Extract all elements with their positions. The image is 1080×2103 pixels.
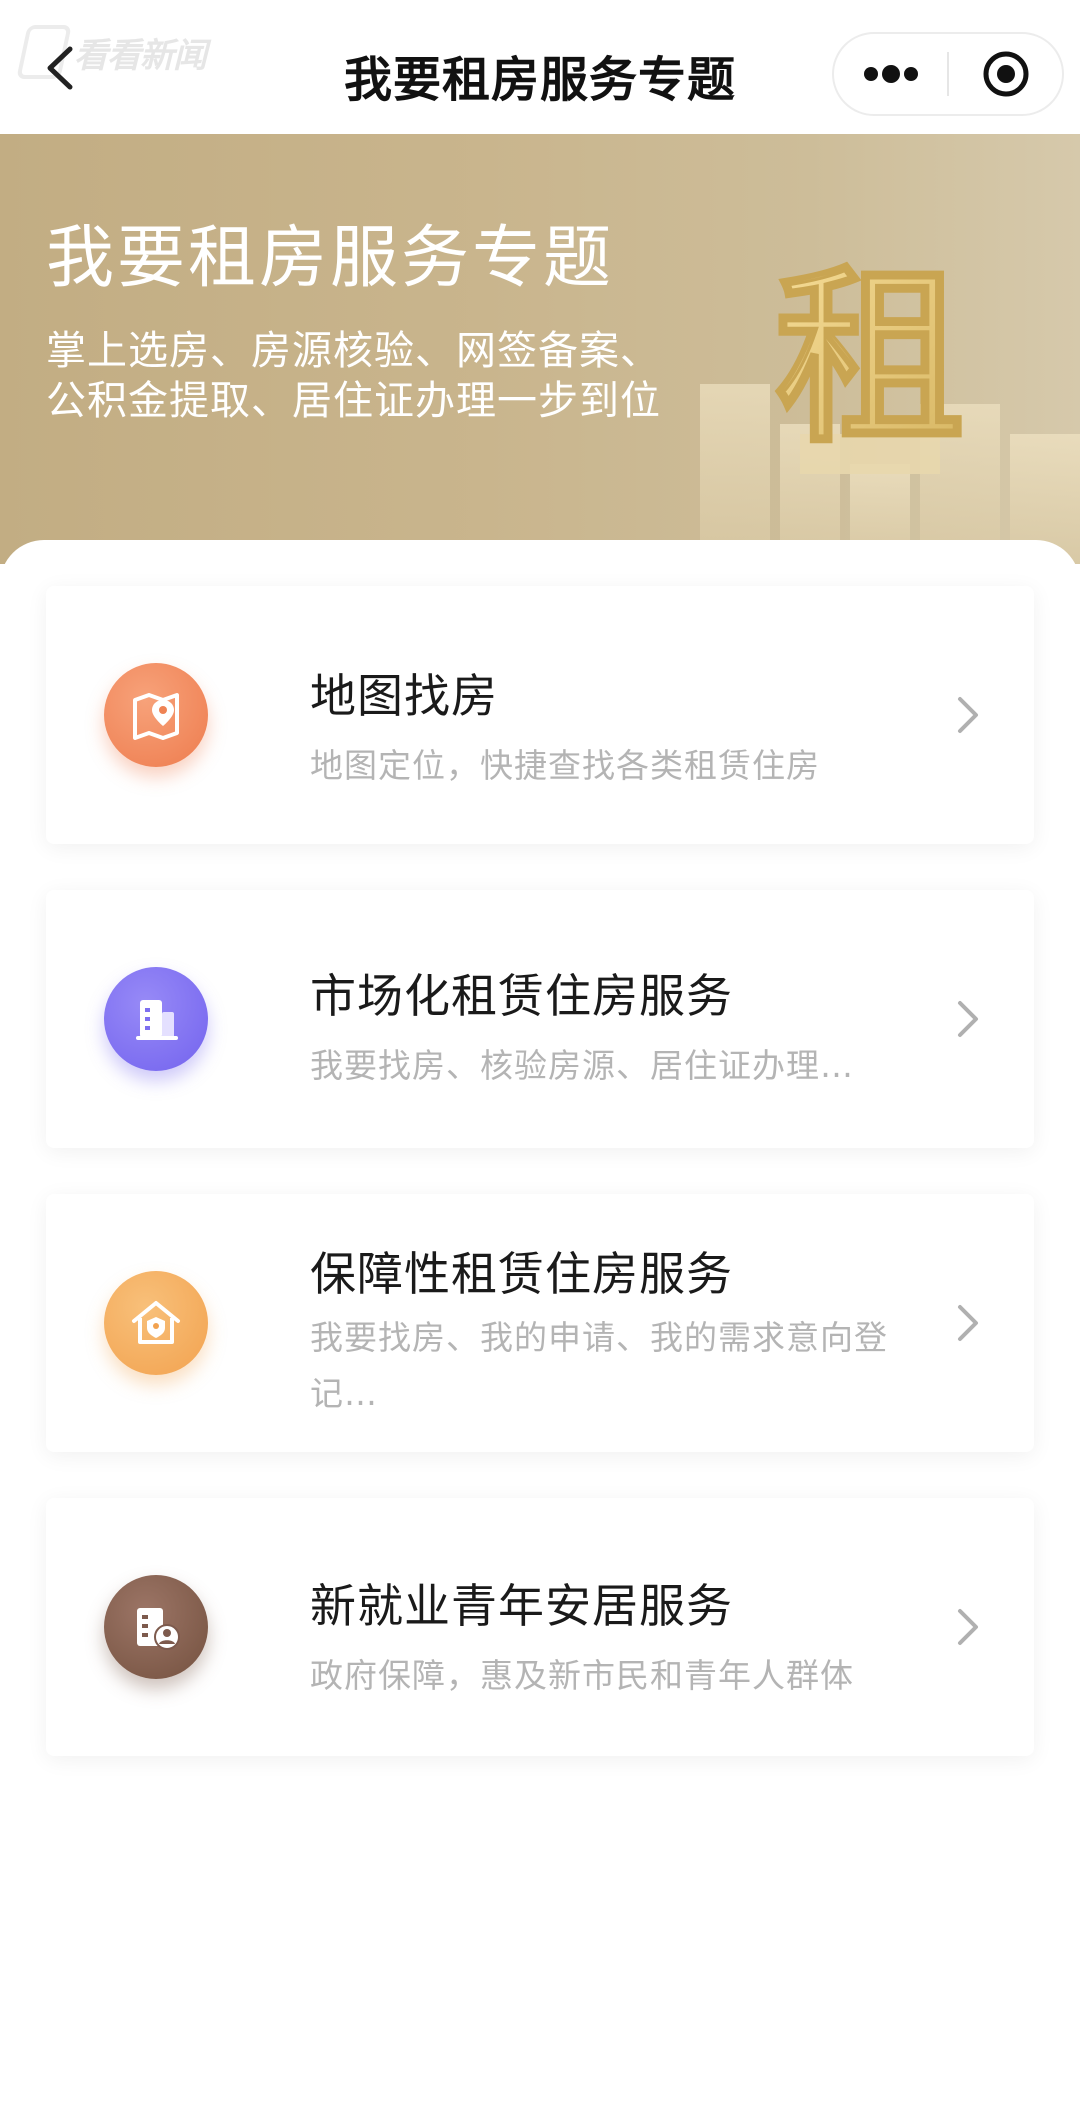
- top-navigation-bar: 看看新闻 我要租房服务专题: [0, 0, 1080, 134]
- card-title: 地图找房: [310, 669, 498, 723]
- chevron-right-icon: [948, 695, 988, 735]
- chevron-right-icon: [948, 999, 988, 1039]
- building-person-icon: [137, 1608, 180, 1650]
- map-pin-icon: [133, 693, 179, 740]
- more-button[interactable]: [834, 34, 947, 114]
- card-text: 新就业青年安居服务 政府保障，惠及新市民和青年人群体: [310, 1570, 904, 1704]
- card-text: 保障性租赁住房服务 我要找房、我的申请、我的需求意向登记…: [310, 1238, 904, 1422]
- service-card-map-search[interactable]: 地图找房 地图定位，快捷查找各类租赁住房: [46, 586, 1034, 844]
- card-description: 地图定位，快捷查找各类租赁住房: [310, 746, 820, 785]
- rent-character-illustration: 租: [700, 245, 1080, 564]
- card-description: 我要找房、我的申请、我的需求意向登记…: [310, 1318, 888, 1413]
- card-title: 市场化租赁住房服务: [310, 969, 733, 1023]
- banner-subtitle: 掌上选房、房源核验、网签备案、 公积金提取、居住证办理一步到位: [46, 326, 661, 426]
- card-title: 保障性租赁住房服务: [310, 1247, 733, 1301]
- card-title: 新就业青年安居服务: [310, 1579, 733, 1633]
- shield-house-icon: [132, 1301, 180, 1344]
- hero-banner: 租 我要租房服务专题 掌上选房、房源核验、网签备案、 公积金提取、居住证办理一步…: [0, 134, 1080, 564]
- close-button[interactable]: [949, 34, 1062, 114]
- card-description: 我要找房、核验房源、居住证办理…: [310, 1046, 854, 1085]
- banner-title: 我要租房服务专题: [46, 219, 615, 298]
- rent-character-art: 租: [775, 246, 965, 469]
- shield-house-icon-circle: [104, 1271, 208, 1375]
- service-card-youth-housing[interactable]: 新就业青年安居服务 政府保障，惠及新市民和青年人群体: [46, 1498, 1034, 1756]
- card-description: 政府保障，惠及新市民和青年人群体: [310, 1656, 854, 1695]
- map-pin-icon-circle: [104, 663, 208, 767]
- card-text: 市场化租赁住房服务 我要找房、核验房源、居住证办理…: [310, 960, 904, 1094]
- target-close-icon: [983, 51, 1028, 97]
- service-card-market-rental[interactable]: 市场化租赁住房服务 我要找房、核验房源、居住证办理…: [46, 890, 1034, 1148]
- service-list-sheet: 地图找房 地图定位，快捷查找各类租赁住房 市场化租赁住房服务 我要找房、核验房源…: [0, 540, 1080, 2103]
- chevron-right-icon: [948, 1607, 988, 1647]
- building-icon: [136, 1000, 178, 1040]
- service-card-affordable-rental[interactable]: 保障性租赁住房服务 我要找房、我的申请、我的需求意向登记…: [46, 1194, 1034, 1452]
- chevron-right-icon: [948, 1303, 988, 1343]
- card-text: 地图找房 地图定位，快捷查找各类租赁住房: [310, 660, 904, 794]
- more-dots-icon: [863, 65, 918, 83]
- mini-program-capsule: [832, 32, 1064, 116]
- banner-subtitle-line-1: 掌上选房、房源核验、网签备案、: [46, 328, 661, 374]
- banner-subtitle-line-2: 公积金提取、居住证办理一步到位: [46, 378, 661, 424]
- building-icon-circle: [104, 967, 208, 1071]
- building-person-icon-circle: [104, 1575, 208, 1679]
